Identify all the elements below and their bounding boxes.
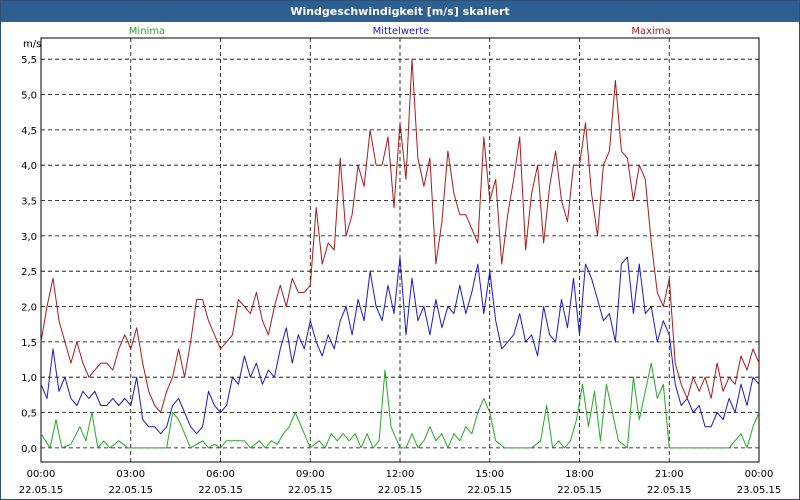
grid-layer [41, 38, 759, 462]
y-axis-unit-label: m/s [23, 39, 41, 50]
x-tick-date: 22.05.15 [19, 485, 64, 496]
y-tick-label: 2,5 [21, 267, 37, 278]
y-tick-label: 0,5 [21, 409, 37, 420]
x-tick-labels: 00:00 22.05.15 03:00 22.05.15 06:00 22.05.15 0… [19, 469, 782, 496]
y-tick-label: 1,5 [21, 338, 37, 349]
x-tick-time: 00:00 [745, 469, 774, 480]
y-tick-label: 0,0 [21, 444, 37, 455]
legend-mittelwerte: Mittelwerte [373, 26, 430, 37]
x-tick-time: 03:00 [116, 469, 145, 480]
x-tick-time: 18:00 [565, 469, 594, 480]
y-tick-label: 2,0 [21, 303, 37, 314]
chart-title: Windgeschwindigkeit [m/s] skaliert [1, 1, 799, 22]
x-tick-time: 09:00 [296, 469, 325, 480]
x-tick-date: 22.05.15 [557, 485, 602, 496]
x-tick-date: 23.05.15 [737, 485, 782, 496]
x-tick-date: 22.05.15 [108, 485, 153, 496]
y-tick-labels: 0,0 0,5 1,0 1,5 2,0 2,5 3,0 3,5 4,0 4,5 5,0 5,5 [21, 55, 37, 455]
x-tick-time: 15:00 [475, 469, 504, 480]
x-tick-date: 22.05.15 [467, 485, 512, 496]
chart-plot: 0,0 0,5 1,0 1,5 2,0 2,5 3,0 3,5 4,0 4,5 5,0 5,5 00:… [19, 26, 782, 496]
y-tick-label: 4,0 [21, 161, 37, 172]
x-tick-date: 22.05.15 [198, 485, 243, 496]
legend-maxima: Maxima [631, 26, 670, 37]
legend-minima: Minima [129, 26, 165, 37]
y-tick-label: 5,5 [21, 55, 37, 66]
x-tick-time: 12:00 [386, 469, 415, 480]
y-tick-label: 3,0 [21, 232, 37, 243]
x-tick-date: 22.05.15 [288, 485, 333, 496]
x-tick-time: 21:00 [655, 469, 684, 480]
y-tick-label: 5,0 [21, 91, 37, 102]
x-tick-date: 22.05.15 [647, 485, 692, 496]
y-tick-label: 4,5 [21, 126, 37, 137]
x-tick-date: 22.05.15 [378, 485, 423, 496]
x-tick-time: 00:00 [27, 469, 56, 480]
y-tick-label: 3,5 [21, 197, 37, 208]
y-tick-label: 1,0 [21, 373, 37, 384]
x-tick-time: 06:00 [206, 469, 235, 480]
